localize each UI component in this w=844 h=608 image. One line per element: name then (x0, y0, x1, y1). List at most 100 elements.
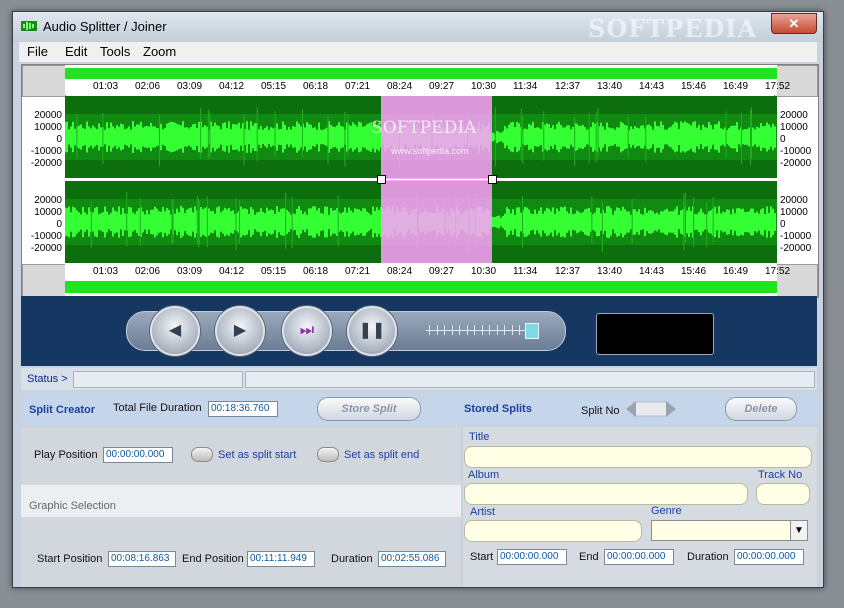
volume-slider-tick (466, 325, 468, 335)
timeline-tick-label: 07:21 (345, 81, 371, 92)
y-axis-label: 0 (780, 219, 786, 230)
graphic-selection-header: Graphic Selection (21, 485, 461, 517)
volume-slider-tick (496, 325, 498, 335)
timeline-tick-label: 11:34 (513, 81, 538, 92)
selection-start-handle[interactable] (377, 175, 387, 184)
title-label: Title (469, 431, 490, 443)
selection-region[interactable]: SOFTPEDIA www.softpedia.com (371, 96, 493, 263)
play-icon: ▶ (233, 322, 247, 339)
status-label: Status > (27, 373, 68, 385)
status-bar: Status > (21, 368, 817, 390)
y-axis-label: 10000 (34, 207, 62, 218)
split-creator-title: Split Creator (29, 404, 96, 416)
volume-slider-tick (489, 325, 490, 335)
timeline-tick-label: 14:43 (639, 266, 665, 277)
corner-bottom-left (22, 264, 66, 298)
set-split-start-label[interactable]: Set as split start (218, 449, 296, 461)
timeline-tick-label: 02:06 (135, 81, 161, 92)
timeline-tick-label: 06:18 (303, 266, 329, 277)
overview-bar-bottom[interactable] (65, 281, 777, 293)
volume-slider-tick (429, 325, 430, 335)
y-axis-label: 10000 (780, 207, 808, 218)
set-split-end-radio[interactable] (317, 447, 339, 462)
selection-end-handle[interactable] (488, 175, 498, 184)
timeline-tick-label: 17:52 (765, 81, 791, 92)
tag-duration-field[interactable]: 00:00:00.000 (734, 549, 804, 565)
total-duration-label: Total File Duration (113, 402, 202, 414)
tag-editor-panel: Title Album Track No Artist Genre ▼ Star… (463, 427, 817, 587)
step-forward-button[interactable]: ⏭ (282, 306, 332, 356)
set-split-end-label[interactable]: Set as split end (344, 449, 419, 461)
close-button[interactable]: ✕ (771, 13, 817, 34)
volume-slider-tick (436, 325, 438, 335)
timeline-tick-label: 15:46 (681, 81, 707, 92)
split-no-spinner[interactable] (624, 399, 678, 419)
pause-button[interactable]: ❚❚ (347, 306, 397, 356)
graphic-selection-title: Graphic Selection (29, 500, 116, 512)
chevron-down-icon[interactable]: ▼ (790, 521, 807, 540)
volume-slider-tick (481, 325, 483, 335)
y-axis-label: -10000 (30, 231, 62, 242)
total-duration-field: 00:18:36.760 (208, 401, 278, 417)
start-label: Start (470, 551, 494, 563)
volume-slider-tick (511, 325, 513, 335)
genre-label: Genre (651, 505, 682, 517)
timeline-tick-label: 02:06 (135, 266, 161, 277)
set-split-start-radio[interactable] (191, 447, 213, 462)
title-input[interactable] (464, 446, 812, 468)
play-button[interactable]: ▶ (215, 306, 265, 356)
split-no-label: Split No (581, 405, 620, 417)
genre-select[interactable]: ▼ (651, 520, 808, 541)
end-field[interactable]: 00:00:00.000 (604, 549, 674, 565)
prev-split-icon (626, 401, 636, 417)
artist-input[interactable] (464, 520, 642, 542)
pause-icon: ❚❚ (358, 322, 386, 339)
album-input[interactable] (464, 483, 748, 505)
timeline-tick-label: 03:09 (177, 266, 203, 277)
menu-zoom[interactable]: Zoom (143, 44, 176, 59)
timeline-tick-label: 09:27 (429, 81, 455, 92)
rewind-button[interactable]: ◀ (150, 306, 200, 356)
volume-slider-tick (459, 325, 460, 335)
timeline-tick-label: 15:46 (681, 266, 707, 277)
timeline-tick-label: 11:34 (513, 266, 538, 277)
menu-edit[interactable]: Edit (65, 44, 87, 59)
store-split-button[interactable]: Store Split (317, 397, 421, 421)
timeline-tick-label: 08:24 (387, 81, 413, 92)
split-header-row: Split Creator Total File Duration 00:18:… (21, 393, 817, 425)
split-creator-panel: Play Position 00:00:00.000 Set as split … (21, 427, 461, 587)
timeline-tick-label: 08:24 (387, 266, 413, 277)
track-no-input[interactable] (756, 483, 810, 505)
volume-slider-tick (474, 325, 475, 335)
y-axis-label: 0 (56, 219, 62, 230)
timeline-tick-label: 14:43 (639, 81, 665, 92)
selection-watermark: SOFTPEDIA (371, 118, 477, 138)
timeline-tick-label: 03:09 (177, 81, 203, 92)
timeline-tick-label: 07:21 (345, 266, 371, 277)
waveform-editor[interactable]: 01:03 02:06 03:09 04:12 05:15 06:18 07:21 08:24… (21, 64, 819, 298)
timeline-tick-label: 10:30 (471, 81, 497, 92)
menu-file[interactable]: File (27, 44, 48, 59)
overview-bar-top[interactable] (65, 68, 777, 79)
y-axis-label: -10000 (780, 146, 812, 157)
start-field[interactable]: 00:00:00.000 (497, 549, 567, 565)
timeline-tick-label: 12:37 (555, 81, 581, 92)
y-axis-label: -20000 (780, 243, 812, 254)
y-axis-label: 20000 (780, 195, 808, 206)
menu-tools[interactable]: Tools (100, 44, 130, 59)
timeline-ruler-top[interactable]: 01:03 02:06 03:09 04:12 05:15 06:18 07:21 08:24… (65, 65, 790, 95)
next-split-icon (666, 401, 676, 417)
volume-slider-tick (504, 325, 505, 335)
tag-duration-label: Duration (687, 551, 729, 563)
delete-button[interactable]: Delete (725, 397, 797, 421)
corner-top-left (22, 65, 66, 97)
end-position-field: 00:11:11.949 (247, 551, 315, 567)
timeline-tick-label: 04:12 (219, 81, 245, 92)
timeline-ruler-bottom[interactable]: 01:03 02:06 03:09 04:12 05:15 06:18 07:21 08:24… (65, 264, 790, 296)
volume-slider-thumb[interactable] (525, 323, 539, 339)
y-axis-label: 0 (56, 134, 62, 145)
timeline-tick-label: 13:40 (597, 81, 623, 92)
window-title: Audio Splitter / Joiner (43, 19, 167, 34)
y-axis-label: -20000 (30, 243, 62, 254)
album-label: Album (468, 469, 500, 481)
